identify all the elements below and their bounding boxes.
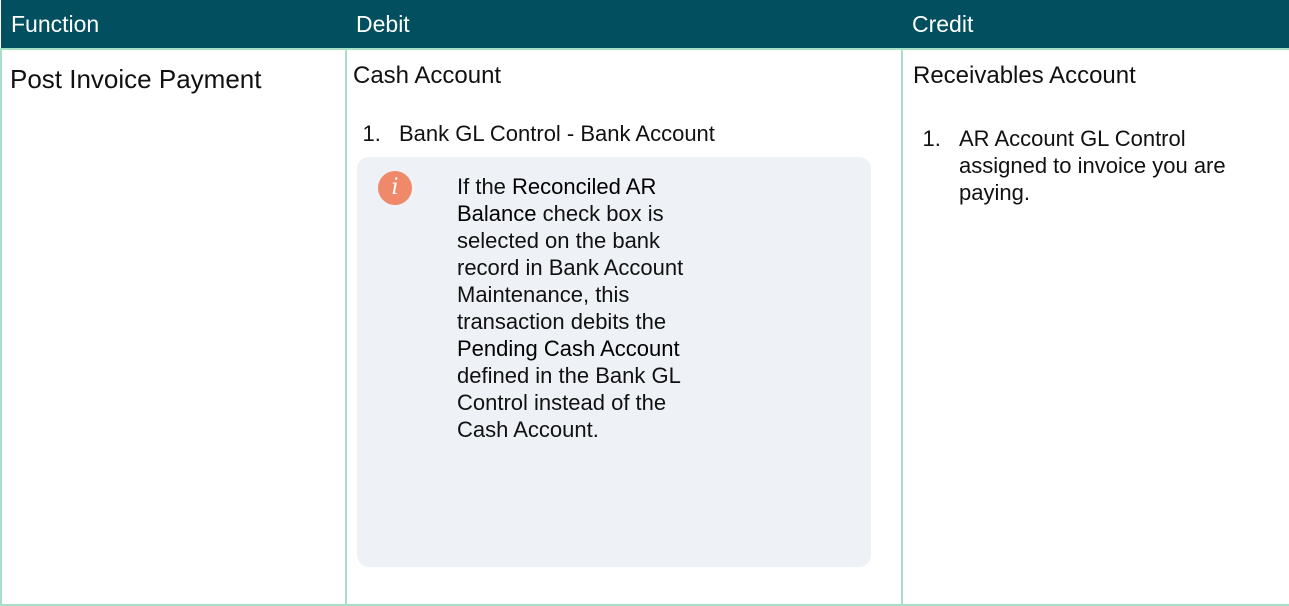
note-text-3: defined in the Bank GL Control instead o… — [457, 363, 681, 442]
credit-cell: Receivables Account AR Account GL Contro… — [901, 48, 1289, 606]
debit-list: Bank GL Control - Bank Account — [353, 120, 901, 147]
info-icon: i — [378, 171, 412, 205]
header-function: Function — [1, 0, 346, 49]
credit-account: Receivables Account — [913, 62, 1136, 89]
function-cell: Post Invoice Payment — [0, 48, 347, 606]
info-note: i If the Reconciled AR Balance check box… — [357, 157, 871, 567]
gl-posting-table: Function Debit Credit Post Invoice Payme… — [0, 0, 1289, 606]
credit-list-item: AR Account GL Control assigned to invoic… — [947, 125, 1237, 206]
debit-cell: Cash Account Bank GL Control - Bank Acco… — [345, 48, 903, 606]
debit-list-item: Bank GL Control - Bank Account — [387, 120, 901, 147]
table-row: Post Invoice Payment Cash Account Bank G… — [0, 48, 1289, 606]
credit-list: AR Account GL Control assigned to invoic… — [913, 125, 1237, 206]
debit-account: Cash Account — [353, 62, 502, 89]
header-credit: Credit — [902, 0, 1289, 49]
note-text-1: If the — [457, 174, 513, 199]
note-text: If the Reconciled AR Balance check box i… — [457, 173, 697, 443]
note-bold-2: Pending Cash Account — [457, 336, 680, 361]
function-name: Post Invoice Payment — [10, 64, 262, 94]
header-debit: Debit — [346, 0, 902, 49]
header-row: Function Debit Credit — [1, 0, 1289, 49]
